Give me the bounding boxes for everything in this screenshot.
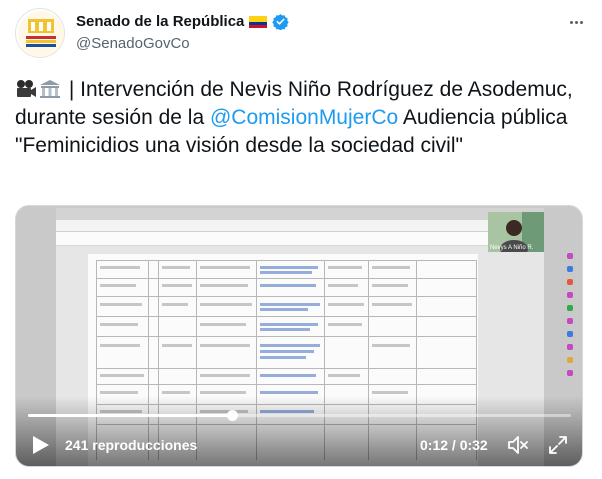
movie-camera-icon: [17, 80, 36, 97]
display-name[interactable]: Senado de la República: [76, 13, 244, 30]
view-count: 241 reproducciones: [65, 437, 198, 453]
webcam-label: Nevys A Niño R.: [490, 245, 534, 251]
play-icon[interactable]: [32, 435, 50, 455]
mention-link[interactable]: @ComisionMujerCo: [210, 106, 398, 129]
video-player[interactable]: Nevys A Niño R. 241 reproducciones 0:12 …: [15, 205, 583, 467]
progress-knob[interactable]: [226, 410, 238, 421]
progress-fill: [28, 414, 232, 417]
webcam-thumbnail: Nevys A Niño R.: [488, 212, 544, 252]
fullscreen-icon[interactable]: [548, 435, 568, 455]
handle[interactable]: @SenadoGovCo: [76, 35, 190, 52]
more-icon[interactable]: [566, 12, 586, 32]
progress-bar[interactable]: [28, 410, 571, 421]
volume-icon[interactable]: [507, 435, 529, 455]
tweet-card[interactable]: Senado de la República @SenadoGovCo | In…: [0, 0, 602, 479]
time-display: 0:12 / 0:32: [420, 437, 488, 453]
tweet-text: | Intervención de Nevis Niño Rodríguez d…: [15, 76, 587, 160]
avatar[interactable]: [15, 8, 65, 58]
senado-logo-icon: [18, 11, 64, 57]
classical-building-icon: [40, 80, 60, 98]
verified-badge-icon: [272, 14, 290, 30]
colombia-flag-icon: [249, 15, 268, 28]
